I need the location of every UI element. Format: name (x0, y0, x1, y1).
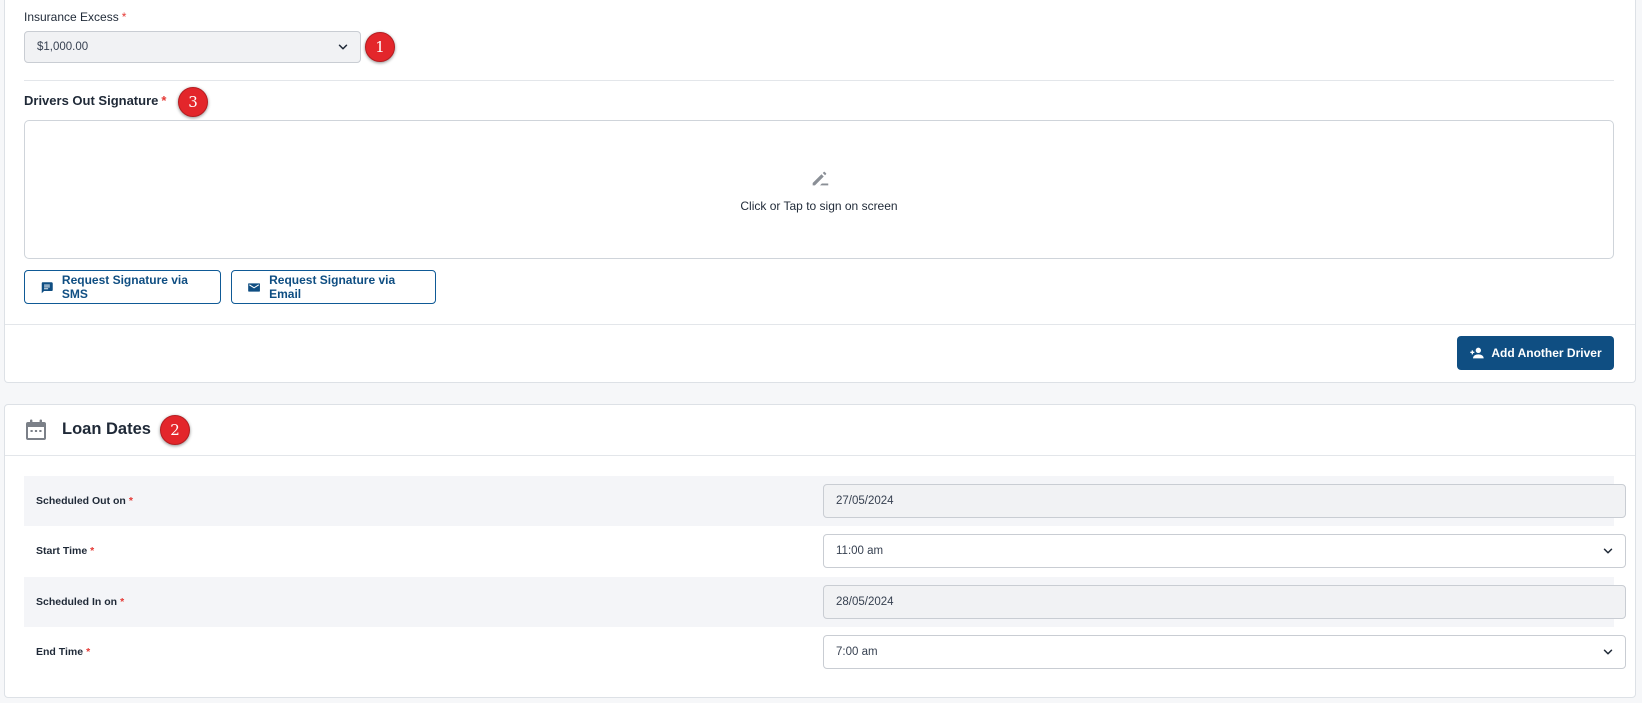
request-signature-sms-button[interactable]: Request Signature via SMS (24, 270, 221, 304)
scheduled-in-label: Scheduled In on * (36, 596, 125, 608)
scheduled-out-value: 27/05/2024 (836, 495, 894, 507)
end-time-select[interactable]: 7:00 am (823, 635, 1626, 669)
scheduled-in-value: 28/05/2024 (836, 596, 894, 608)
add-driver-label: Add Another Driver (1491, 346, 1602, 360)
step-badge-2: 2 (160, 415, 190, 445)
calendar-icon (26, 419, 46, 440)
end-time-row: End Time * 7:00 am (24, 627, 1626, 677)
insurance-excess-select[interactable]: $1,000.00 (24, 31, 361, 63)
insurance-excess-value: $1,000.00 (37, 41, 89, 53)
sms-button-label: Request Signature via SMS (61, 273, 188, 301)
scheduled-out-label: Scheduled Out on * (36, 495, 133, 507)
end-time-value: 7:00 am (836, 646, 878, 658)
signature-hint: Click or Tap to sign on screen (740, 199, 898, 213)
chevron-down-icon (338, 44, 348, 50)
step-badge-3: 3 (178, 87, 208, 117)
chevron-down-icon (1603, 548, 1613, 554)
insurance-excess-label: Insurance Excess * (24, 10, 127, 24)
start-time-value: 11:00 am (836, 545, 884, 557)
step-badge-1: 1 (365, 32, 395, 62)
scheduled-in-row: Scheduled In on * 28/05/2024 (24, 577, 1626, 627)
signature-title: Drivers Out Signature * (24, 93, 167, 108)
start-time-select[interactable]: 11:00 am (823, 534, 1626, 568)
end-time-label: End Time * (36, 646, 91, 658)
email-icon (248, 282, 260, 292)
add-another-driver-button[interactable]: Add Another Driver (1457, 336, 1614, 370)
add-person-icon (1470, 347, 1485, 359)
email-button-label: Request Signature via Email (269, 273, 396, 301)
loan-dates-title: Loan Dates (62, 420, 151, 438)
scheduled-out-field[interactable]: 27/05/2024 (823, 484, 1626, 518)
divider (5, 324, 1635, 325)
scheduled-out-row: Scheduled Out on * 27/05/2024 (24, 476, 1626, 526)
pen-sign-icon (812, 171, 829, 186)
chevron-down-icon (1603, 649, 1613, 655)
signature-pad[interactable]: Click or Tap to sign on screen (24, 120, 1614, 259)
divider (24, 80, 1614, 81)
request-signature-email-button[interactable]: Request Signature via Email (231, 270, 436, 304)
divider (5, 455, 1635, 456)
scheduled-in-field[interactable]: 28/05/2024 (823, 585, 1626, 619)
start-time-label: Start Time * (36, 545, 95, 557)
message-icon (41, 281, 53, 293)
start-time-row: Start Time * 11:00 am (24, 526, 1626, 576)
